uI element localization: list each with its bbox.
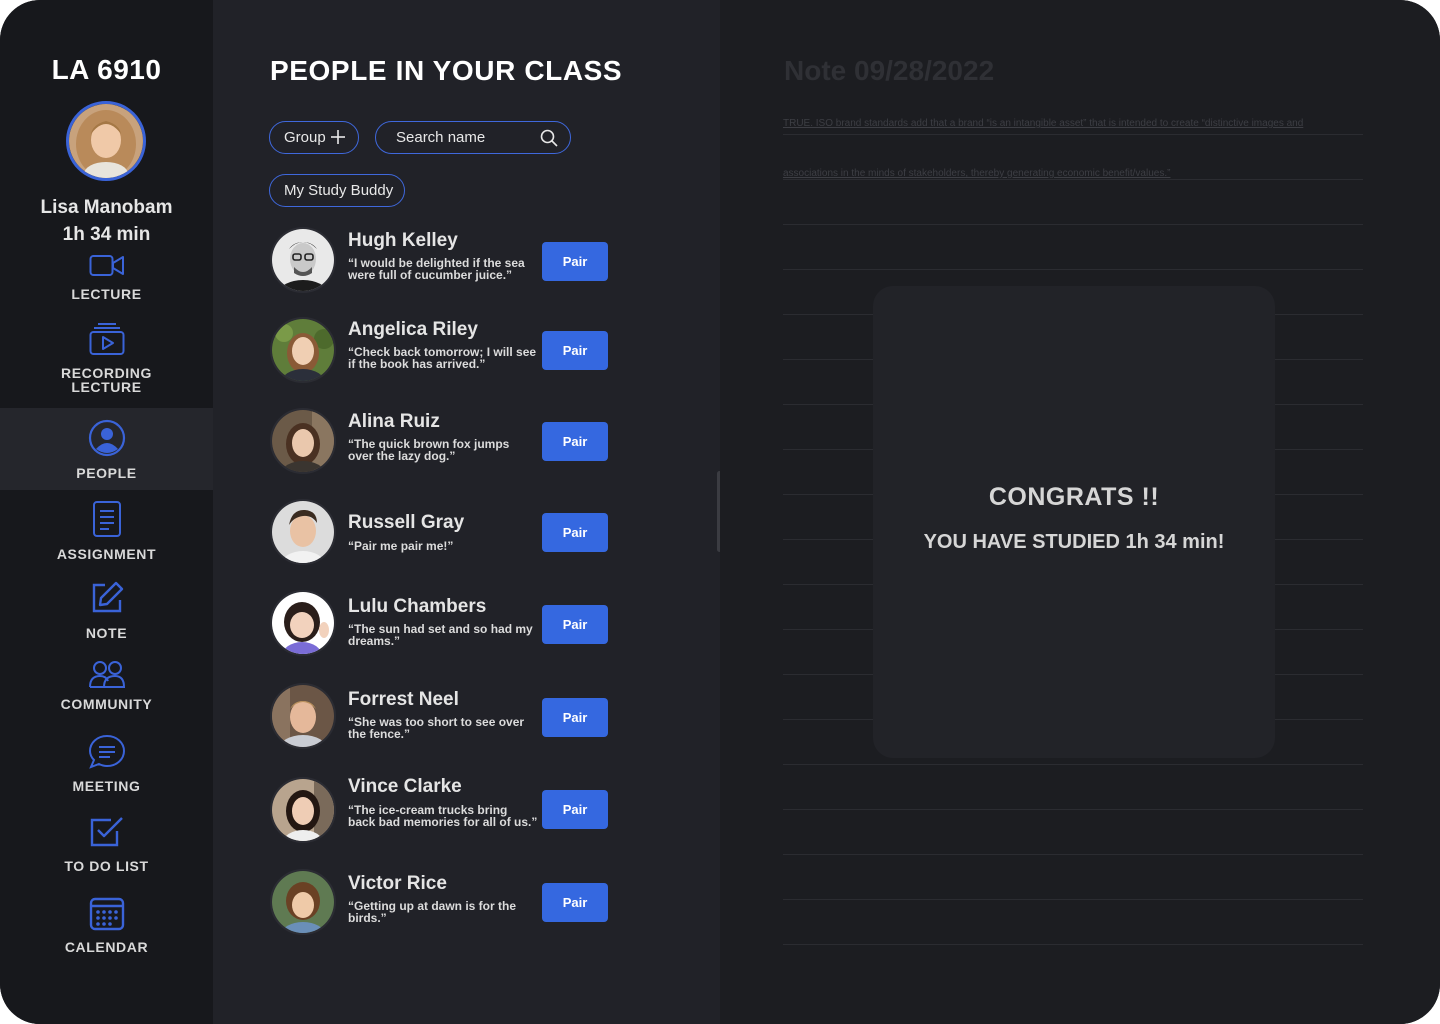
- community-icon: [88, 661, 125, 688]
- search-placeholder: Search name: [396, 129, 486, 146]
- avatar[interactable]: [270, 408, 336, 474]
- pair-button[interactable]: Pair: [542, 242, 608, 281]
- nav-people-label: PEOPLE: [76, 465, 137, 481]
- chat-bubble-icon: [88, 734, 125, 769]
- congrats-dialog: CONGRATS !! YOU HAVE STUDIED 1h 34 min!: [873, 286, 1275, 758]
- person-quote: “The quick brown fox jumps over the lazy…: [348, 437, 510, 463]
- congrats-message: YOU HAVE STUDIED 1h 34 min!: [923, 531, 1225, 553]
- pair-button[interactable]: Pair: [542, 698, 608, 737]
- edit-note-icon: [92, 581, 123, 613]
- calendar-icon: [89, 897, 124, 931]
- nav-assignment[interactable]: ASSIGNMENT: [0, 500, 213, 562]
- nav-community-label: COMMUNITY: [60, 696, 153, 712]
- pair-button[interactable]: Pair: [542, 422, 608, 461]
- study-time: 1h 34 min: [62, 224, 151, 245]
- course-code: LA 6910: [51, 54, 162, 85]
- note-rule: [783, 134, 1363, 135]
- recording-play-icon: [89, 323, 124, 355]
- nav-todo-label: TO DO LIST: [64, 858, 149, 874]
- person-quote: “Getting up at dawn is for the birds.”: [348, 899, 516, 925]
- avatar[interactable]: [270, 777, 336, 843]
- note-rule: [783, 809, 1363, 810]
- pair-button[interactable]: Pair: [542, 790, 608, 829]
- user-name: Lisa Manobam: [40, 197, 173, 218]
- search-input[interactable]: Search name: [375, 121, 571, 154]
- pair-button[interactable]: Pair: [542, 605, 608, 644]
- person-name: Angelica Riley: [348, 319, 478, 340]
- study-buddy-filter[interactable]: My Study Buddy: [269, 174, 405, 207]
- person-name: Hugh Kelley: [348, 230, 458, 251]
- person-name: Russell Gray: [348, 512, 465, 533]
- nav-community[interactable]: COMMUNITY: [0, 659, 213, 713]
- study-buddy-label: My Study Buddy: [284, 182, 394, 199]
- note-title: Note 09/28/2022: [784, 55, 995, 86]
- person-quote: “Pair me pair me!”: [348, 539, 454, 553]
- note-text-line: associations in the minds of stakeholder…: [783, 168, 1171, 179]
- nav-todo[interactable]: TO DO LIST: [0, 815, 213, 875]
- avatar[interactable]: [270, 317, 336, 383]
- nav-lecture[interactable]: LECTURE: [0, 253, 213, 303]
- avatar[interactable]: [270, 590, 336, 656]
- page-title: PEOPLE IN YOUR CLASS: [270, 55, 623, 86]
- avatar[interactable]: [270, 683, 336, 749]
- note-rule: [783, 224, 1363, 225]
- note-rule: [783, 764, 1363, 765]
- person-row: Lulu Chambers “The sun had set and so ha…: [270, 590, 670, 660]
- note-rule: [783, 269, 1363, 270]
- avatar[interactable]: [270, 499, 336, 565]
- plus-icon: [331, 130, 345, 144]
- nav-meeting-label: MEETING: [72, 778, 141, 794]
- person-row: Victor Rice “Getting up at dawn is for t…: [270, 869, 670, 939]
- nav-meeting[interactable]: MEETING: [0, 734, 213, 794]
- nav-lecture-label: LECTURE: [71, 286, 142, 302]
- person-row: Vince Clarke “The ice-cream trucks bring…: [270, 776, 670, 847]
- person-name: Forrest Neel: [348, 689, 459, 710]
- note-rule: [783, 179, 1363, 180]
- sidebar: LA 6910 Lisa Manobam 1h 34 min LECTURE R…: [0, 0, 213, 1024]
- group-label: Group: [284, 129, 326, 146]
- profile-avatar[interactable]: [66, 101, 146, 181]
- congrats-title: CONGRATS !!: [988, 483, 1160, 511]
- pair-button[interactable]: Pair: [542, 883, 608, 922]
- nav-recording-lecture[interactable]: RECORDING LECTURE: [0, 322, 213, 402]
- person-row: Russell Gray “Pair me pair me!”: [270, 499, 670, 569]
- avatar[interactable]: [270, 227, 336, 293]
- person-row: Alina Ruiz “The quick brown fox jumps ov…: [270, 408, 670, 478]
- note-rule: [783, 854, 1363, 855]
- person-row: Forrest Neel “She was too short to see o…: [270, 683, 670, 753]
- person-quote: “Check back tomorrow; I will see if the …: [348, 345, 537, 371]
- search-icon[interactable]: [540, 129, 558, 147]
- nav-calendar[interactable]: CALENDAR: [0, 895, 213, 957]
- note-text-line: TRUE. ISO brand standards add that a bra…: [783, 118, 1304, 129]
- group-button[interactable]: Group: [269, 121, 359, 154]
- note-area: Note 09/28/2022 TRUE. ISO brand standard…: [720, 0, 1440, 1024]
- app-window: LA 6910 Lisa Manobam 1h 34 min LECTURE R…: [0, 0, 1440, 1024]
- person-name: Vince Clarke: [348, 776, 462, 797]
- person-row: Angelica Riley “Check back tomorrow; I w…: [270, 317, 670, 387]
- note-rule: [783, 944, 1363, 945]
- person-name: Victor Rice: [348, 873, 447, 894]
- nav-recording-lecture-label: RECORDING LECTURE: [61, 365, 152, 395]
- people-panel: PEOPLE IN YOUR CLASS Group Search name M…: [213, 0, 720, 1024]
- checkbox-icon: [90, 817, 123, 847]
- nav-calendar-label: CALENDAR: [64, 939, 149, 955]
- document-icon: [92, 501, 121, 537]
- nav-assignment-label: ASSIGNMENT: [56, 546, 157, 562]
- person-name: Lulu Chambers: [348, 596, 487, 617]
- note-rule: [783, 899, 1363, 900]
- nav-people[interactable]: PEOPLE: [0, 408, 213, 490]
- avatar[interactable]: [270, 869, 336, 935]
- nav-note[interactable]: NOTE: [0, 580, 213, 642]
- person-icon: [88, 419, 125, 457]
- video-camera-icon: [89, 255, 124, 276]
- person-quote: “The sun had set and so had my dreams.”: [348, 622, 533, 648]
- person-name: Alina Ruiz: [348, 411, 440, 432]
- person-quote: “The ice-cream trucks bring back bad mem…: [348, 803, 538, 829]
- person-quote: “She was too short to see over the fence…: [348, 715, 525, 741]
- person-row: Hugh Kelley “I would be delighted if the…: [270, 227, 670, 297]
- person-quote: “I would be delighted if the sea were fu…: [348, 256, 525, 282]
- pair-button[interactable]: Pair: [542, 513, 608, 552]
- nav-note-label: NOTE: [85, 625, 128, 641]
- pair-button[interactable]: Pair: [542, 331, 608, 370]
